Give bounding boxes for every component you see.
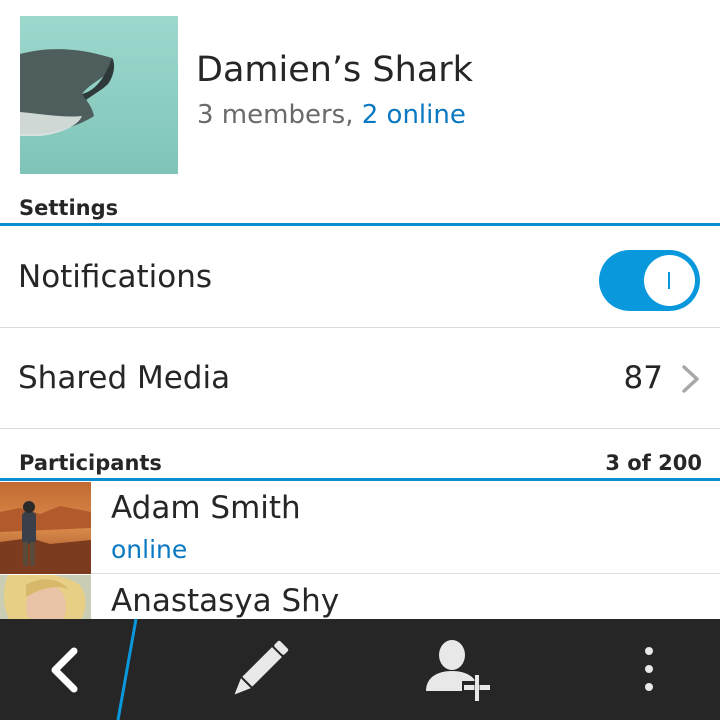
pencil-icon xyxy=(234,640,289,695)
members-count-text: 3 members, xyxy=(197,100,354,130)
overflow-menu-button[interactable] xyxy=(610,619,690,720)
participant-status: online xyxy=(111,535,188,564)
action-bar xyxy=(0,619,720,720)
notifications-toggle[interactable] xyxy=(599,250,700,311)
notifications-label: Notifications xyxy=(18,259,213,295)
participant-name: Anastasya Shy xyxy=(111,583,340,619)
shared-media-count: 87 xyxy=(623,360,663,396)
participant-name: Adam Smith xyxy=(111,490,301,526)
online-count-text: 2 online xyxy=(361,100,466,130)
shared-media-label: Shared Media xyxy=(18,360,231,396)
settings-section-header: Settings xyxy=(0,190,720,226)
group-header: Damien’s Shark 3 members, 2 online xyxy=(0,0,720,190)
overflow-menu-icon xyxy=(645,647,653,691)
add-contact-icon xyxy=(426,640,492,701)
add-participant-button[interactable] xyxy=(400,619,520,720)
back-button[interactable] xyxy=(0,619,128,720)
group-name: Damien’s Shark xyxy=(196,50,473,90)
toggle-knob xyxy=(644,255,695,306)
group-member-status: 3 members, 2 online xyxy=(197,100,466,130)
participants-header-title: Participants xyxy=(19,451,162,475)
notifications-row: Notifications xyxy=(0,227,720,328)
participant-row[interactable]: Adam Smith online xyxy=(0,482,720,574)
participants-section-header: Participants 3 of 200 xyxy=(0,445,720,481)
chevron-right-icon xyxy=(682,365,699,393)
participant-avatar xyxy=(0,482,91,574)
settings-header-title: Settings xyxy=(19,196,119,220)
back-icon xyxy=(51,647,78,693)
edit-button[interactable] xyxy=(200,619,320,720)
toggle-on-mark-icon xyxy=(668,272,670,289)
participants-count: 3 of 200 xyxy=(605,451,702,475)
group-avatar[interactable] xyxy=(20,16,178,174)
shared-media-row[interactable]: Shared Media 87 xyxy=(0,328,720,429)
